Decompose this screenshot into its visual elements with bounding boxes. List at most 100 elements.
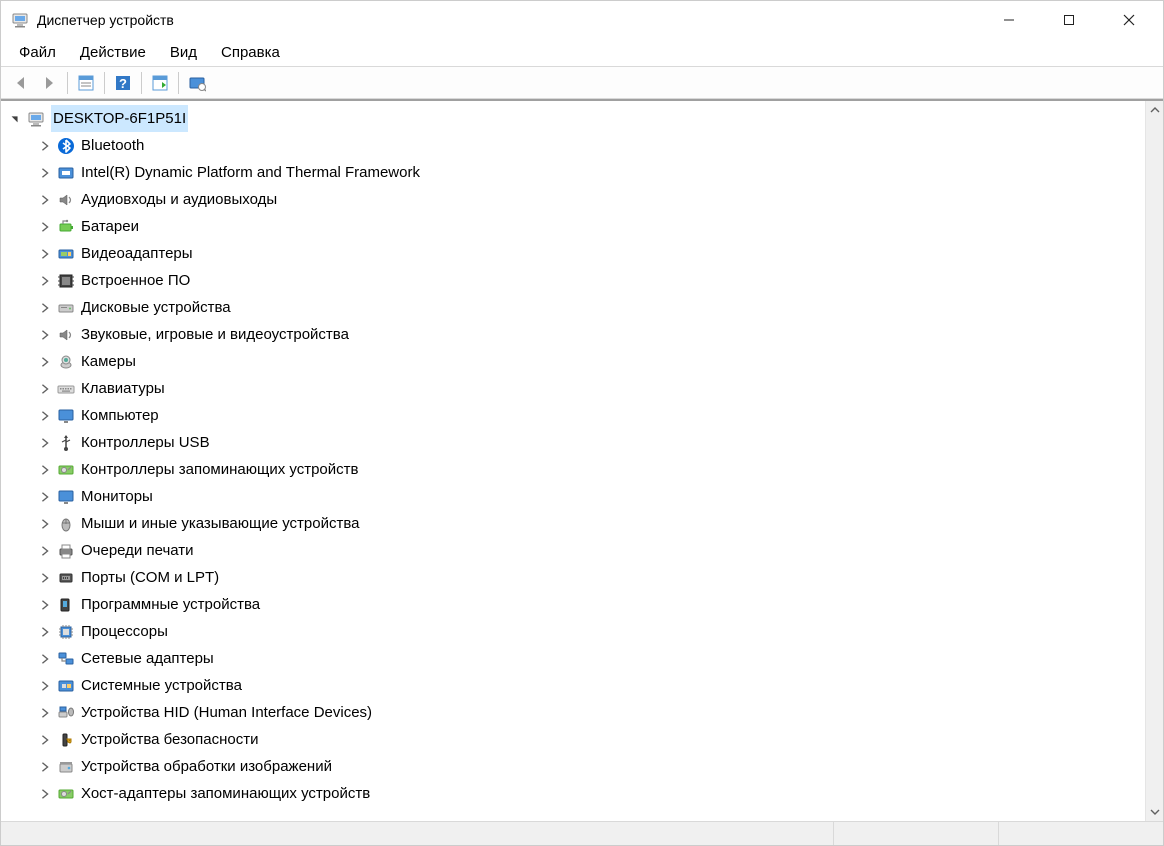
speaker-icon (57, 326, 75, 344)
chevron-right-icon[interactable] (37, 408, 53, 424)
scroll-up-icon[interactable] (1146, 101, 1163, 119)
scan-hardware-button[interactable] (146, 70, 174, 96)
chevron-right-icon[interactable] (37, 273, 53, 289)
usb-icon (57, 434, 75, 452)
chevron-down-icon[interactable] (7, 111, 23, 127)
chevron-right-icon[interactable] (37, 165, 53, 181)
tree-item[interactable]: Камеры (1, 348, 1145, 375)
tree-item[interactable]: Устройства обработки изображений (1, 753, 1145, 780)
network-icon (57, 650, 75, 668)
tree-item[interactable]: Устройства HID (Human Interface Devices) (1, 699, 1145, 726)
chevron-right-icon[interactable] (37, 759, 53, 775)
tree-item-label: Intel(R) Dynamic Platform and Thermal Fr… (81, 159, 420, 186)
chevron-right-icon[interactable] (37, 489, 53, 505)
device-tree[interactable]: DESKTOP-6F1P51IBluetoothIntel(R) Dynamic… (1, 101, 1145, 821)
tree-item[interactable]: Контроллеры USB (1, 429, 1145, 456)
keyboard-icon (57, 380, 75, 398)
tree-item[interactable]: Компьютер (1, 402, 1145, 429)
tree-item[interactable]: Сетевые адаптеры (1, 645, 1145, 672)
chevron-right-icon[interactable] (37, 543, 53, 559)
chevron-right-icon[interactable] (37, 138, 53, 154)
tree-item[interactable]: Клавиатуры (1, 375, 1145, 402)
chevron-right-icon[interactable] (37, 786, 53, 802)
tree-item[interactable]: Хост-адаптеры запоминающих устройств (1, 780, 1145, 807)
window-title: Диспетчер устройств (37, 12, 174, 28)
tree-item[interactable]: Процессоры (1, 618, 1145, 645)
chevron-right-icon[interactable] (37, 246, 53, 262)
tree-item-label: Сетевые адаптеры (81, 645, 214, 672)
show-hidden-button[interactable] (183, 70, 211, 96)
chevron-right-icon[interactable] (37, 516, 53, 532)
chevron-right-icon[interactable] (37, 219, 53, 235)
tree-item-label: Аудиовходы и аудиовыходы (81, 186, 277, 213)
tree-item-label: Камеры (81, 348, 136, 375)
scroll-down-icon[interactable] (1146, 803, 1163, 821)
tree-item[interactable]: Очереди печати (1, 537, 1145, 564)
tree-item[interactable]: Порты (COM и LPT) (1, 564, 1145, 591)
tree-item[interactable]: Батареи (1, 213, 1145, 240)
statusbar (1, 821, 1163, 845)
tree-item[interactable]: Intel(R) Dynamic Platform and Thermal Fr… (1, 159, 1145, 186)
chevron-right-icon[interactable] (37, 597, 53, 613)
tree-item[interactable]: Аудиовходы и аудиовыходы (1, 186, 1145, 213)
nav-back-button[interactable] (7, 70, 35, 96)
properties-button[interactable] (72, 70, 100, 96)
tree-item[interactable]: Мониторы (1, 483, 1145, 510)
tree-item[interactable]: Устройства безопасности (1, 726, 1145, 753)
menu-help[interactable]: Справка (211, 42, 290, 63)
software-icon (57, 596, 75, 614)
tree-item-label: Видеоадаптеры (81, 240, 193, 267)
nav-forward-button[interactable] (35, 70, 63, 96)
chevron-right-icon[interactable] (37, 624, 53, 640)
tree-item[interactable]: Дисковые устройства (1, 294, 1145, 321)
chevron-right-icon[interactable] (37, 327, 53, 343)
tree-item-label: Программные устройства (81, 591, 260, 618)
tree-item[interactable]: Звуковые, игровые и видеоустройства (1, 321, 1145, 348)
statusbar-cell (998, 822, 1163, 845)
disk-icon (57, 299, 75, 317)
help-button[interactable]: ? (109, 70, 137, 96)
tree-item[interactable]: Программные устройства (1, 591, 1145, 618)
mouse-icon (57, 515, 75, 533)
chevron-right-icon[interactable] (37, 300, 53, 316)
tree-item-label: Компьютер (81, 402, 159, 429)
tree-item[interactable]: Мыши и иные указывающие устройства (1, 510, 1145, 537)
display-card-icon (57, 245, 75, 263)
tree-item-label: Звуковые, игровые и видеоустройства (81, 321, 349, 348)
tree-item[interactable]: Контроллеры запоминающих устройств (1, 456, 1145, 483)
maximize-button[interactable] (1039, 1, 1099, 39)
chevron-right-icon[interactable] (37, 678, 53, 694)
chevron-right-icon[interactable] (37, 381, 53, 397)
chevron-right-icon[interactable] (37, 192, 53, 208)
chevron-right-icon[interactable] (37, 354, 53, 370)
titlebar: Диспетчер устройств (1, 1, 1163, 39)
close-button[interactable] (1099, 1, 1159, 39)
tree-item[interactable]: Встроенное ПО (1, 267, 1145, 294)
port-icon (57, 569, 75, 587)
printer-icon (57, 542, 75, 560)
tree-item-label: Мониторы (81, 483, 153, 510)
tree-root[interactable]: DESKTOP-6F1P51I (1, 105, 1145, 132)
tree-item-label: Встроенное ПО (81, 267, 190, 294)
minimize-button[interactable] (979, 1, 1039, 39)
tree-item-label: Батареи (81, 213, 139, 240)
menu-action[interactable]: Действие (70, 42, 156, 63)
cpu-icon (57, 623, 75, 641)
tree-item[interactable]: Системные устройства (1, 672, 1145, 699)
vertical-scrollbar[interactable] (1145, 101, 1163, 821)
tree-item-label: Мыши и иные указывающие устройства (81, 510, 359, 537)
tree-item-label: Порты (COM и LPT) (81, 564, 219, 591)
chevron-right-icon[interactable] (37, 435, 53, 451)
tree-item-label: Хост-адаптеры запоминающих устройств (81, 780, 370, 807)
chevron-right-icon[interactable] (37, 705, 53, 721)
menu-view[interactable]: Вид (160, 42, 207, 63)
menu-file[interactable]: Файл (9, 42, 66, 63)
tree-item-label: Системные устройства (81, 672, 242, 699)
chevron-right-icon[interactable] (37, 732, 53, 748)
monitor-icon (57, 407, 75, 425)
chevron-right-icon[interactable] (37, 570, 53, 586)
tree-item[interactable]: Видеоадаптеры (1, 240, 1145, 267)
chevron-right-icon[interactable] (37, 462, 53, 478)
chevron-right-icon[interactable] (37, 651, 53, 667)
tree-item[interactable]: Bluetooth (1, 132, 1145, 159)
